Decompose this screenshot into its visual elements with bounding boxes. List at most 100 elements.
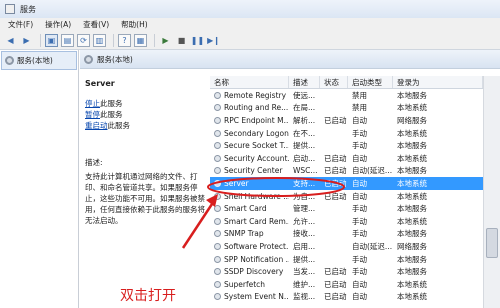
service-name-cell: Secondary Logon — [210, 129, 289, 138]
selected-service-name: Server — [85, 79, 115, 88]
restart-service-link[interactable]: 重启动 — [85, 121, 108, 130]
description-label: 描述: — [85, 158, 103, 167]
stop-service-icon[interactable]: ■ — [175, 34, 188, 47]
description-line: 支持此计算机通过网络的文件、打 — [85, 172, 198, 181]
service-status-cell: 已启动 — [324, 153, 347, 163]
service-name-cell: Superfetch — [210, 280, 289, 289]
column-header-startup-type[interactable]: 启动类型 — [348, 76, 393, 88]
service-row[interactable]: SPP Notification ... 提供... 手动 本地服务 — [210, 253, 500, 266]
service-description-cell: 使远... — [293, 90, 316, 100]
stop-service-link[interactable]: 停止 — [85, 99, 100, 108]
service-row[interactable]: Security Account... 启动... 已启动 自动 本地系统 — [210, 152, 500, 165]
console-tree-icon[interactable]: ▣ — [45, 33, 58, 47]
service-log-on-as-cell: 本地系统 — [397, 103, 427, 113]
service-log-on-as-cell: 本地系统 — [397, 128, 427, 138]
back-arrow-icon[interactable]: ◀ — [4, 34, 17, 47]
export-list-icon[interactable]: ▥ — [93, 33, 106, 47]
menu-action[interactable]: 操作(A) — [45, 19, 71, 30]
service-description-cell: 在不... — [293, 128, 316, 138]
refresh-icon[interactable]: ⟳ — [77, 33, 90, 47]
service-status-cell: 已启动 — [324, 115, 347, 125]
pause-service-icon[interactable]: ❚❚ — [191, 34, 204, 47]
service-row[interactable]: SSDP Discovery 当发... 已启动 手动 本地服务 — [210, 265, 500, 278]
service-row[interactable]: Shell Hardware ... 为自... 已启动 自动 本地系统 — [210, 190, 500, 203]
service-name-cell: Software Protect... — [210, 242, 289, 251]
column-header-log-on-as[interactable]: 登录为 — [393, 76, 483, 88]
service-name-cell: Secure Socket T... — [210, 141, 289, 150]
service-row[interactable]: Smart Card 管理... 手动 本地服务 — [210, 202, 500, 215]
description-line: 无法启动。 — [85, 216, 123, 225]
vertical-scrollbar[interactable] — [483, 76, 500, 308]
menu-help[interactable]: 帮助(H) — [121, 19, 148, 30]
scrollbar-thumb[interactable] — [486, 228, 498, 258]
service-row[interactable]: Routing and Re... 在局... 禁用 本地系统 — [210, 102, 500, 115]
service-row[interactable]: Remote Registry 使远... 禁用 本地服务 — [210, 89, 500, 102]
service-row[interactable]: Superfetch 维护... 已启动 自动 本地系统 — [210, 278, 500, 291]
service-startup-type-cell: 禁用 — [352, 90, 367, 100]
gear-icon — [214, 255, 221, 263]
service-name-text: Smart Card — [224, 204, 267, 214]
toolbar-separator — [40, 33, 41, 47]
gear-icon — [214, 217, 221, 225]
service-name-text: SNMP Trap — [224, 229, 264, 239]
service-details-panel: Server 停止此服务 暂停此服务 重启动此服务 描述: 支持此计算机通过网络… — [80, 69, 210, 308]
service-log-on-as-cell: 本地系统 — [397, 153, 427, 163]
service-name-text: Shell Hardware ... — [224, 191, 289, 201]
service-name-text: Superfetch — [224, 279, 266, 289]
service-startup-type-cell: 手动 — [352, 267, 367, 277]
service-status-cell: 已启动 — [324, 191, 347, 201]
details-view-icon[interactable]: ▦ — [134, 33, 147, 47]
start-service-icon[interactable]: ▶ — [159, 34, 172, 47]
service-row[interactable]: Secure Socket T... 提供... 手动 本地服务 — [210, 139, 500, 152]
service-startup-type-cell: 自动 — [352, 115, 367, 125]
properties-icon[interactable]: ▤ — [61, 33, 74, 47]
service-log-on-as-cell: 本地系统 — [397, 216, 427, 226]
tree-item-services-local[interactable]: 服务(本地) — [1, 51, 77, 70]
service-row[interactable]: Server 支持... 已启动 自动 本地系统 — [210, 177, 500, 190]
service-description-cell: 接收... — [293, 229, 316, 239]
service-name-cell: Shell Hardware ... — [210, 192, 289, 201]
service-status-cell: 已启动 — [324, 166, 347, 176]
service-description-cell: 提供... — [293, 141, 316, 151]
gear-icon — [214, 104, 221, 112]
service-name-cell: Server — [210, 179, 289, 188]
service-description-cell: 当发... — [293, 267, 316, 277]
service-log-on-as-cell: 本地服务 — [397, 267, 427, 277]
service-row[interactable]: Secondary Logon 在不... 手动 本地系统 — [210, 127, 500, 140]
service-startup-type-cell: 手动 — [352, 216, 367, 226]
column-header-status[interactable]: 状态 — [320, 76, 348, 88]
service-row[interactable]: RPC Endpoint M... 解析... 已启动 自动 网络服务 — [210, 114, 500, 127]
service-name-text: SSDP Discovery — [224, 267, 284, 277]
restart-service-icon[interactable]: ▶❙ — [207, 34, 220, 47]
service-startup-type-cell: 手动 — [352, 229, 367, 239]
service-row[interactable]: Smart Card Rem... 允许... 手动 本地系统 — [210, 215, 500, 228]
service-action-links: 停止此服务 暂停此服务 重启动此服务 — [85, 98, 205, 131]
service-status-cell: 已启动 — [324, 292, 347, 302]
gear-icon — [214, 230, 221, 238]
gear-icon — [5, 56, 14, 65]
service-log-on-as-cell: 本地系统 — [397, 191, 427, 201]
service-startup-type-cell: 手动 — [352, 204, 367, 214]
forward-arrow-icon[interactable]: ▶ — [20, 34, 33, 47]
service-row[interactable]: SNMP Trap 接收... 手动 本地服务 — [210, 228, 500, 241]
window-title: 服务 — [20, 4, 36, 14]
service-description-cell: 允许... — [293, 216, 316, 226]
pause-service-link[interactable]: 暂停 — [85, 110, 100, 119]
service-log-on-as-cell: 本地服务 — [397, 204, 427, 214]
service-row[interactable]: System Event N... 监视... 已启动 自动 本地系统 — [210, 291, 500, 304]
gear-icon — [214, 192, 221, 200]
service-description-cell: 监视... — [293, 292, 316, 302]
service-startup-type-cell: 手动 — [352, 254, 367, 264]
link-suffix: 此服务 — [107, 121, 131, 130]
menu-file[interactable]: 文件(F) — [8, 19, 33, 30]
service-row[interactable]: Software Protect... 启用... 自动(延迟... 网络服务 — [210, 240, 500, 253]
column-header-name[interactable]: 名称 — [210, 76, 289, 88]
help-icon[interactable]: ? — [118, 33, 131, 47]
menu-view[interactable]: 查看(V) — [83, 19, 109, 30]
gear-icon — [214, 268, 221, 276]
service-row[interactable]: Security Center WSC... 已启动 自动(延迟... 本地服务 — [210, 165, 500, 178]
service-name-cell: Routing and Re... — [210, 103, 289, 112]
service-name-cell: RPC Endpoint M... — [210, 116, 289, 125]
column-header-description[interactable]: 描述 — [289, 76, 320, 88]
service-name-cell: SSDP Discovery — [210, 267, 289, 276]
